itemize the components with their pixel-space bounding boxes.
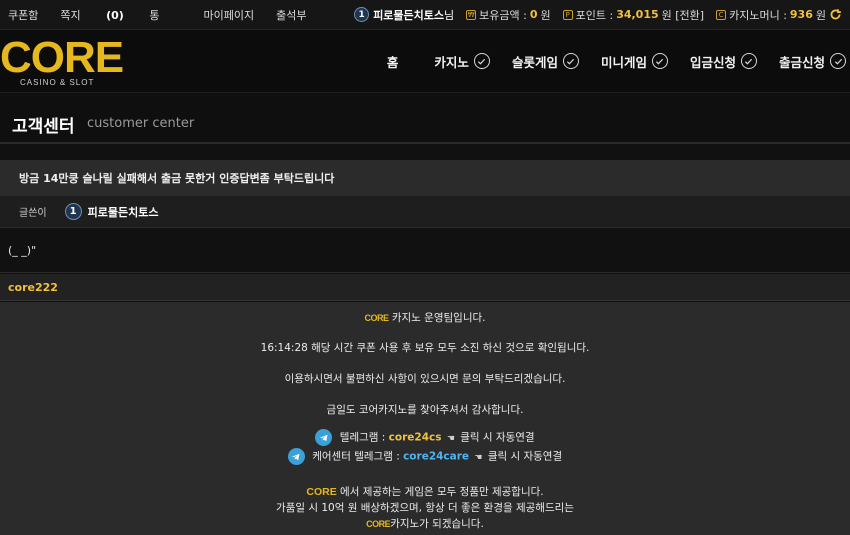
telegram-icon bbox=[315, 429, 333, 446]
mini-core-logo: CORE bbox=[366, 519, 391, 529]
telegram-icon bbox=[287, 448, 305, 465]
user-name-suffix: 님 bbox=[444, 8, 455, 22]
message-link[interactable]: 쪽지 (0) 통 bbox=[60, 7, 181, 23]
core-brand-word: CORE bbox=[306, 486, 337, 498]
reply-line-2: 16:14:28 해당 시간 쿠폰 사용 후 보유 모두 소진 하신 것으로 확… bbox=[260, 342, 590, 354]
top-links: 쿠폰함 쪽지 (0) 통 마이페이지 출석부 bbox=[8, 7, 328, 23]
nav-deposit[interactable]: 입금신청 bbox=[690, 52, 757, 71]
reply-line-5-text: 에서 제공하는 게임은 모두 정품만 제공합니다. bbox=[340, 486, 544, 498]
message-suffix: 통 bbox=[149, 8, 160, 22]
post-body: (_ _)" bbox=[0, 229, 850, 273]
main-nav: 홈 카지노 슬롯게임 미니게임 입금신청 출금신청 bbox=[365, 30, 850, 92]
reply-line-5: CORE 에서 제공하는 게임은 모두 정품만 제공합니다. bbox=[0, 484, 850, 499]
pointing-hand-icon: ☚ bbox=[474, 452, 483, 463]
mypage-link[interactable]: 마이페이지 bbox=[203, 7, 254, 23]
point-convert-link[interactable]: 원 [전환] bbox=[662, 7, 704, 23]
core-logo[interactable]: CORE CASINO & SLOT bbox=[0, 33, 130, 88]
check-circle-icon bbox=[473, 53, 490, 69]
casino-money-unit: 원 bbox=[815, 8, 826, 22]
telegram-cs-id[interactable]: core24cs bbox=[389, 432, 442, 444]
nav-casino[interactable]: 카지노 bbox=[434, 52, 490, 71]
nav-home-label: 홈 bbox=[386, 54, 399, 70]
logo-subtitle: CASINO & SLOT bbox=[20, 78, 95, 87]
coupon-link[interactable]: 쿠폰함 bbox=[8, 7, 38, 23]
balance-unit: 원 bbox=[540, 8, 551, 22]
author-level-badge: 1 bbox=[64, 203, 82, 220]
nav-minigame-label: 미니게임 bbox=[600, 54, 647, 70]
post-subject: 방금 14만쿵 슬나릴 실패해서 출금 못한거 인증답변좀 부탁드립니다 bbox=[0, 160, 850, 196]
telegram-care-suffix: 클릭 시 자동연결 bbox=[487, 450, 563, 463]
logo-text: CORE bbox=[0, 33, 124, 82]
refresh-icon[interactable] bbox=[829, 8, 842, 21]
page-title-bar: 고객센터 customer center bbox=[0, 94, 850, 144]
user-info: 1 피로물든치토스님 ₩ 보유금액 : 0 원 P 포인트 : 34,015 원… bbox=[354, 7, 842, 23]
balance-value: 0 bbox=[529, 8, 538, 21]
nav-slot-label: 슬롯게임 bbox=[511, 54, 558, 70]
reply-line-1: CORE 카지노 운영팀입니다. bbox=[0, 310, 850, 325]
reply-line-7: CORE카지노가 되겠습니다. bbox=[0, 516, 850, 531]
nav-withdraw[interactable]: 출금신청 bbox=[779, 52, 846, 71]
reply-line-1-text: 카지노 운영팀입니다. bbox=[391, 312, 486, 324]
check-circle-icon bbox=[651, 53, 668, 69]
wallet-icon: ₩ bbox=[466, 9, 477, 20]
telegram-care-id[interactable]: core24care bbox=[403, 451, 469, 463]
mini-logo-text: CORE bbox=[366, 519, 391, 529]
message-count: (0) bbox=[106, 8, 124, 22]
point-icon: P bbox=[562, 9, 573, 20]
balance-label: 보유금액 : bbox=[479, 8, 527, 22]
reply-body: CORE 카지노 운영팀입니다. 16:14:28 해당 시간 쿠폰 사용 후 … bbox=[0, 302, 850, 535]
nav-withdraw-label: 출금신청 bbox=[778, 54, 825, 70]
point-value: 34,015 bbox=[616, 8, 659, 21]
mini-logo-text: CORE bbox=[364, 313, 390, 323]
check-circle-icon bbox=[830, 53, 846, 69]
user-name-text: 피로물든치토스 bbox=[373, 8, 445, 22]
message-link-label: 쪽지 bbox=[60, 8, 81, 22]
post-author-row: 글쓴이 1 피로물든치토스 bbox=[0, 196, 850, 228]
top-utility-bar: 쿠폰함 쪽지 (0) 통 마이페이지 출석부 1 피로물든치토스님 ₩ 보유금액… bbox=[0, 0, 850, 30]
page-subtitle: customer center bbox=[87, 116, 195, 131]
casino-money-label: 카지노머니 : bbox=[729, 8, 787, 22]
user-name: 피로물든치토스님 bbox=[373, 7, 454, 23]
page-title: 고객센터 bbox=[12, 117, 75, 137]
user-level-badge: 1 bbox=[354, 7, 370, 22]
attendance-link[interactable]: 출석부 bbox=[276, 7, 306, 23]
point-label: 포인트 : bbox=[575, 8, 614, 22]
telegram-cs-suffix: 클릭 시 자동연결 bbox=[460, 431, 535, 444]
reply-author: core222 bbox=[0, 274, 850, 301]
telegram-care-label: 케어센터 텔레그램 : bbox=[312, 450, 400, 463]
nav-slot[interactable]: 슬롯게임 bbox=[512, 52, 579, 71]
nav-deposit-label: 입금신청 bbox=[689, 54, 736, 70]
author-label: 글쓴이 bbox=[19, 208, 47, 219]
pointing-hand-icon: ☚ bbox=[446, 433, 455, 444]
reply-line-4: 금일도 코어카지노를 찾아주셔서 감사합니다. bbox=[326, 404, 524, 416]
reply-line-7-text: 카지노가 되겠습니다. bbox=[390, 518, 484, 530]
telegram-cs-label: 텔레그램 : bbox=[339, 431, 386, 444]
telegram-cs-link[interactable]: 텔레그램 : core24cs ☚ 클릭 시 자동연결 bbox=[0, 429, 850, 446]
telegram-care-link[interactable]: 케어센터 텔레그램 : core24care ☚ 클릭 시 자동연결 bbox=[0, 448, 850, 465]
check-circle-icon bbox=[562, 53, 579, 69]
nav-casino-label: 카지노 bbox=[434, 54, 469, 70]
casino-money-icon: C bbox=[716, 9, 727, 20]
nav-minigame[interactable]: 미니게임 bbox=[601, 52, 668, 71]
nav-home[interactable]: 홈 bbox=[387, 52, 399, 71]
main-header: CORE CASINO & SLOT 홈 카지노 슬롯게임 미니게임 입금신청 … bbox=[0, 30, 850, 93]
reply-line-6: 가품일 시 10억 원 배상하겠으며, 항상 더 좋은 환경을 제공해드리는 bbox=[276, 502, 574, 514]
check-circle-icon bbox=[740, 53, 757, 69]
author-name: 피로물든치토스 bbox=[87, 205, 159, 219]
mini-core-logo: CORE bbox=[364, 313, 390, 323]
casino-money-value: 936 bbox=[789, 8, 813, 21]
reply-line-3: 이용하시면서 불편하신 사항이 있으시면 문의 부탁드리겠습니다. bbox=[284, 373, 566, 385]
